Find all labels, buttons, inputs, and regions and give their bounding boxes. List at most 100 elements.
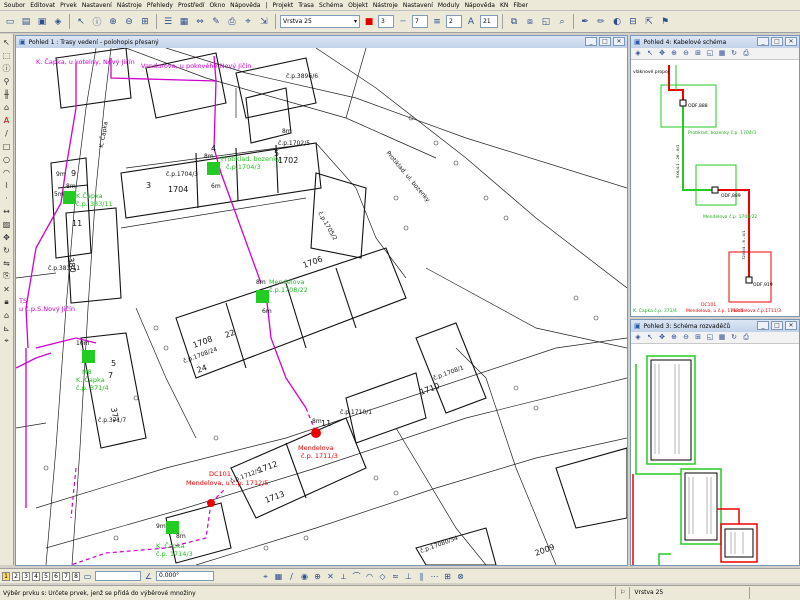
fill-icon[interactable]: ◐: [610, 15, 624, 29]
snap-intersection-icon[interactable]: ✕: [325, 571, 336, 582]
close-button[interactable]: ✕: [785, 37, 797, 46]
snap-parallel-icon[interactable]: ∥: [416, 571, 427, 582]
page-tab-2[interactable]: 2: [12, 571, 20, 581]
menu-item-nastroje-2[interactable]: Nástroje: [373, 2, 398, 9]
open-file-icon[interactable]: ▤: [19, 15, 33, 29]
polar-icon[interactable]: ⊗: [455, 571, 466, 582]
fit-view-icon[interactable]: ⊞: [693, 333, 703, 342]
tool-icon[interactable]: ✎: [209, 15, 223, 29]
menu-item-projekt[interactable]: Projekt: [273, 2, 294, 9]
minimize-button[interactable]: _: [757, 37, 769, 46]
snap-extension-icon[interactable]: ⋯: [429, 571, 440, 582]
minimize-button[interactable]: _: [757, 321, 769, 330]
select-arrow-icon[interactable]: ↖: [1, 37, 12, 47]
menu-item-objekt[interactable]: Objekt: [348, 2, 368, 9]
pointer-icon[interactable]: ↖: [645, 49, 655, 58]
red-dc-marker[interactable]: [207, 499, 215, 507]
odf-node-2[interactable]: [711, 186, 719, 194]
circle-tool-icon[interactable]: ○: [1, 154, 12, 164]
table-icon[interactable]: ☰: [161, 15, 175, 29]
snap-endpoint-icon[interactable]: ⌖: [260, 571, 271, 582]
move-tool-icon[interactable]: ✥: [1, 232, 12, 242]
zoom-in-icon[interactable]: ⊕: [669, 49, 679, 58]
text-size-combobox[interactable]: 21: [480, 15, 498, 28]
snap-midpoint-icon[interactable]: ⟂: [338, 571, 349, 582]
point-tool-icon[interactable]: ·: [1, 193, 12, 203]
ortho-icon[interactable]: ⊞: [442, 571, 453, 582]
snap-icon[interactable]: ⌖: [1, 336, 12, 346]
snap-arc-icon[interactable]: ◠: [364, 571, 375, 582]
pipe-icon[interactable]: ╫: [1, 89, 12, 99]
schema-canvas[interactable]: vláknové propoj ODF,888 Protiklad. bozen…: [631, 60, 799, 316]
grid-icon[interactable]: ▦: [177, 15, 191, 29]
measure-icon[interactable]: ⊾: [1, 323, 12, 333]
connections-drawing[interactable]: [631, 344, 799, 565]
page-tab-6[interactable]: 6: [52, 571, 60, 581]
snap-perpendicular-icon[interactable]: ⊥: [403, 571, 414, 582]
menu-item-fiber[interactable]: Fiber: [513, 2, 528, 9]
arc-tool-icon[interactable]: ◠: [1, 167, 12, 177]
copy-tool-icon[interactable]: ⎘: [1, 271, 12, 281]
rotate-tool-icon[interactable]: ↻: [1, 245, 12, 255]
refresh-icon[interactable]: ↻: [729, 333, 739, 342]
unlock-icon[interactable]: ⌂: [1, 310, 12, 320]
line-weight-icon[interactable]: ≡: [430, 15, 444, 29]
zoom-out-icon[interactable]: ⊖: [681, 333, 691, 342]
measure-icon[interactable]: ⇔: [193, 15, 207, 29]
fit-view-icon[interactable]: ⊞: [693, 49, 703, 58]
network-2-icon[interactable]: ⧈: [523, 15, 537, 29]
zoom-out-icon[interactable]: ⊖: [681, 49, 691, 58]
pointer-icon[interactable]: ↖: [645, 333, 655, 342]
fit-view-icon[interactable]: ⊞: [138, 15, 152, 29]
snap-line-icon[interactable]: ∕: [286, 571, 297, 582]
page-tab-1[interactable]: 1: [2, 571, 10, 581]
line-style-combobox[interactable]: 7: [412, 15, 428, 28]
zoom-out-icon[interactable]: ⊖: [122, 15, 136, 29]
red-node-marker[interactable]: [311, 428, 321, 438]
stamp-icon[interactable]: ⊟: [626, 15, 640, 29]
menu-item-napoveda-2[interactable]: Nápověda: [465, 2, 495, 9]
polyline-tool-icon[interactable]: ⌇: [1, 180, 12, 190]
menu-item-soubor[interactable]: Soubor: [4, 2, 25, 9]
maximize-button[interactable]: □: [599, 37, 611, 46]
network-icon[interactable]: ⧉: [507, 15, 521, 29]
line-style-icon[interactable]: ┄: [396, 15, 410, 29]
print-icon[interactable]: ⎙: [225, 15, 239, 29]
zoom-in-icon[interactable]: ⊕: [106, 15, 120, 29]
menu-item-editovat[interactable]: Editovat: [30, 2, 55, 9]
hatch-tool-icon[interactable]: ▨: [1, 219, 12, 229]
main-window-titlebar[interactable]: ▣ Pohled 1 : Trasy vedení - polohopis př…: [16, 36, 627, 48]
pan-icon[interactable]: ✥: [657, 333, 667, 342]
rectangle-tool-icon[interactable]: □: [1, 141, 12, 151]
schema-drawing[interactable]: vláknové propoj ODF,888 Protiklad. bozen…: [631, 60, 799, 316]
angle-input[interactable]: 0.000°: [156, 571, 214, 581]
info-icon[interactable]: ⓘ: [90, 15, 104, 29]
lock-icon[interactable]: 🔒︎: [1, 297, 12, 307]
text-style-icon[interactable]: A: [464, 15, 478, 29]
snap-quadrant-icon[interactable]: ◇: [377, 571, 388, 582]
close-button[interactable]: ✕: [785, 321, 797, 330]
menu-item-nastaveni-2[interactable]: Nastavení: [403, 2, 433, 9]
menu-item-prvek[interactable]: Prvek: [60, 2, 77, 9]
layers-icon[interactable]: ◈: [633, 49, 643, 58]
menu-item-prehledy[interactable]: Přehledy: [147, 2, 173, 9]
menu-item-schema[interactable]: Schéma: [319, 2, 343, 9]
connections-canvas[interactable]: [631, 344, 799, 565]
plugin-icon[interactable]: ⚑: [658, 15, 672, 29]
select-box-icon[interactable]: ⬚: [1, 50, 12, 60]
menu-item-nastroje[interactable]: Nástroje: [117, 2, 142, 9]
snap-icon[interactable]: ⌖: [241, 15, 255, 29]
mirror-tool-icon[interactable]: ⇋: [1, 258, 12, 268]
export-icon[interactable]: ⇲: [257, 15, 271, 29]
menu-item-prostredi[interactable]: Prostředí: [178, 2, 205, 9]
window-icon[interactable]: ◱: [705, 49, 715, 58]
map-drawing[interactable]: K. Čapka, u kotelny, Nový Jičín Vandurov…: [16, 48, 627, 565]
menu-item-okno[interactable]: Okno: [209, 2, 225, 9]
refresh-icon[interactable]: ↻: [729, 49, 739, 58]
close-button[interactable]: ✕: [613, 37, 625, 46]
save-icon[interactable]: ▣: [35, 15, 49, 29]
maximize-button[interactable]: □: [771, 37, 783, 46]
page-tab-8[interactable]: 8: [72, 571, 80, 581]
length-input[interactable]: [95, 571, 141, 581]
zoom-in-icon[interactable]: ⊕: [669, 333, 679, 342]
